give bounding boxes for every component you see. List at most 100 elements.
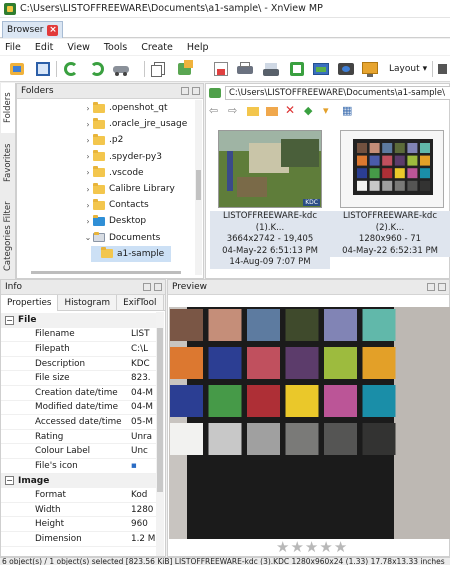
menu-help[interactable]: Help <box>187 42 209 53</box>
side-tab-categories-filter[interactable]: Categories Filter <box>1 193 15 279</box>
folders-panel: Folders › .openshot_qt › .oracle_jre_usage ›… <box>16 83 204 279</box>
status-bar: 6 object(s) / 1 object(s) selected [823.… <box>0 557 450 565</box>
copy-icon[interactable] <box>150 60 168 78</box>
star-icon[interactable]: ★ <box>319 539 332 555</box>
expand-chevron-icon[interactable]: › <box>83 104 93 113</box>
wallpaper-icon[interactable] <box>361 60 379 78</box>
tree-item[interactable]: › .oracle_jre_usage <box>83 116 187 132</box>
rating-stars[interactable]: ★ ★ ★ ★ ★ <box>276 539 347 555</box>
tree-item[interactable]: a1-sample <box>91 245 171 262</box>
info-scrollbar[interactable] <box>156 312 164 556</box>
folders-scrollbar[interactable] <box>195 100 202 275</box>
property-row: Creation date/time 04-M <box>1 386 156 401</box>
refresh-alt-icon[interactable] <box>88 60 106 78</box>
property-key: Description <box>35 358 86 369</box>
side-tab-favorites[interactable]: Favorites <box>1 133 15 193</box>
star-icon[interactable]: ★ <box>334 539 347 555</box>
property-key: Height <box>35 519 65 530</box>
settings-icon[interactable] <box>337 60 355 78</box>
delete-icon[interactable]: ✕ <box>285 104 297 116</box>
thumbnail-name: LISTOFFREEWARE-kdc (1).K... <box>222 211 318 233</box>
property-value: 1.2 M <box>131 533 156 544</box>
menu-view[interactable]: View <box>67 42 90 53</box>
star-icon[interactable]: ★ <box>290 539 303 555</box>
tree-item[interactable]: › .vscode <box>83 165 144 181</box>
sort-icon[interactable]: ◆ <box>304 105 316 116</box>
path-input[interactable]: C:\Users\LISTOFFREEWARE\Documents\a1-sam… <box>225 85 450 100</box>
float-icon[interactable] <box>427 283 435 291</box>
tree-item[interactable]: › .p2 <box>83 132 123 148</box>
fullscreen-icon[interactable] <box>34 60 52 78</box>
tree-item-label: Documents <box>109 232 161 243</box>
tree-item-label: Calibre Library <box>109 184 175 194</box>
collapse-icon[interactable]: − <box>5 315 14 325</box>
more-icon[interactable] <box>436 60 448 78</box>
new-folder-icon[interactable] <box>247 105 259 116</box>
side-tab-folders[interactable]: Folders <box>1 83 15 133</box>
title-bar: C:\Users\LISTOFFREEWARE\Documents\a1-sam… <box>0 0 450 18</box>
expand-chevron-icon[interactable]: › <box>83 152 93 161</box>
menu-edit[interactable]: Edit <box>35 42 53 53</box>
save-icon[interactable] <box>288 60 306 78</box>
tree-item[interactable]: › Calibre Library <box>83 181 175 197</box>
thumbnail-item[interactable]: KDC LISTOFFREEWARE-kdc (1).K... 3664x274… <box>210 126 330 269</box>
tab-browser[interactable]: Browser × <box>2 21 64 38</box>
section-header[interactable]: − Image <box>1 473 156 489</box>
property-value: LIST <box>131 329 150 340</box>
scan-icon[interactable] <box>262 60 280 78</box>
thumbnail-date: 04-May-22 6:51:13 PM <box>222 245 318 256</box>
print-icon[interactable] <box>236 60 254 78</box>
green-folder-icon[interactable] <box>209 87 221 98</box>
star-icon[interactable]: ★ <box>305 539 318 555</box>
menu-bar: File Edit View Tools Create Help <box>0 39 450 55</box>
float-icon[interactable] <box>143 283 151 291</box>
tab-exiftool[interactable]: ExifTool <box>117 295 164 311</box>
tree-item[interactable]: › Contacts <box>83 197 149 213</box>
layout-button[interactable]: Layout ▾ <box>384 61 432 77</box>
property-value: Unra <box>131 431 153 442</box>
menu-tools[interactable]: Tools <box>104 42 127 53</box>
tree-item[interactable]: ⌄ Documents <box>83 230 160 246</box>
float-icon[interactable] <box>181 87 189 95</box>
path-bar: C:\Users\LISTOFFREEWARE\Documents\a1-sam… <box>206 84 450 101</box>
close-icon[interactable]: × <box>47 24 59 36</box>
tab-strip: Browser × <box>0 18 450 38</box>
tab-properties[interactable]: Properties <box>1 295 59 311</box>
back-icon[interactable]: ⇦ <box>209 105 221 116</box>
move-icon[interactable] <box>176 60 194 78</box>
thumbnail-item[interactable]: LISTOFFREEWARE-kdc (2).K... 1280x960 - 7… <box>330 126 450 257</box>
refresh-icon[interactable] <box>62 60 80 78</box>
documents-icon <box>93 232 105 243</box>
filter-icon[interactable]: ▾ <box>323 105 335 116</box>
tab-histogram[interactable]: Histogram <box>58 295 118 311</box>
rename-icon[interactable] <box>266 105 278 116</box>
property-key: Colour Label <box>35 446 91 457</box>
collapse-icon[interactable]: − <box>5 476 14 486</box>
close-panel-icon[interactable] <box>154 283 162 291</box>
window-title: C:\Users\LISTOFFREEWARE\Documents\a1-sam… <box>20 3 323 14</box>
menu-file[interactable]: File <box>5 42 21 53</box>
thumbnail-image-kdc-2 <box>340 130 444 208</box>
view-icon[interactable] <box>8 60 26 78</box>
expand-chevron-icon[interactable]: ⌄ <box>83 233 93 242</box>
expand-chevron-icon[interactable]: › <box>83 201 93 210</box>
tree-item[interactable]: › .spyder-py3 <box>83 149 162 165</box>
expand-chevron-icon[interactable]: › <box>83 217 93 226</box>
car-icon[interactable] <box>112 60 130 78</box>
close-panel-icon[interactable] <box>192 87 200 95</box>
expand-chevron-icon[interactable]: › <box>83 120 93 129</box>
tree-item[interactable]: › .openshot_qt <box>83 100 168 116</box>
expand-chevron-icon[interactable]: › <box>83 136 93 145</box>
star-icon[interactable]: ★ <box>276 539 289 555</box>
export-icon[interactable] <box>212 60 230 78</box>
expand-chevron-icon[interactable]: › <box>83 168 93 177</box>
menu-create[interactable]: Create <box>141 42 173 53</box>
view-mode-icon[interactable]: ▦ <box>342 105 354 116</box>
section-header[interactable]: − File <box>1 313 156 328</box>
expand-chevron-icon[interactable]: › <box>83 185 93 194</box>
close-panel-icon[interactable] <box>438 283 446 291</box>
folders-hscrollbar[interactable] <box>31 271 181 274</box>
tree-item[interactable]: › Desktop <box>83 213 146 229</box>
slideshow-icon[interactable] <box>312 60 330 78</box>
forward-icon[interactable]: ⇨ <box>228 105 240 116</box>
